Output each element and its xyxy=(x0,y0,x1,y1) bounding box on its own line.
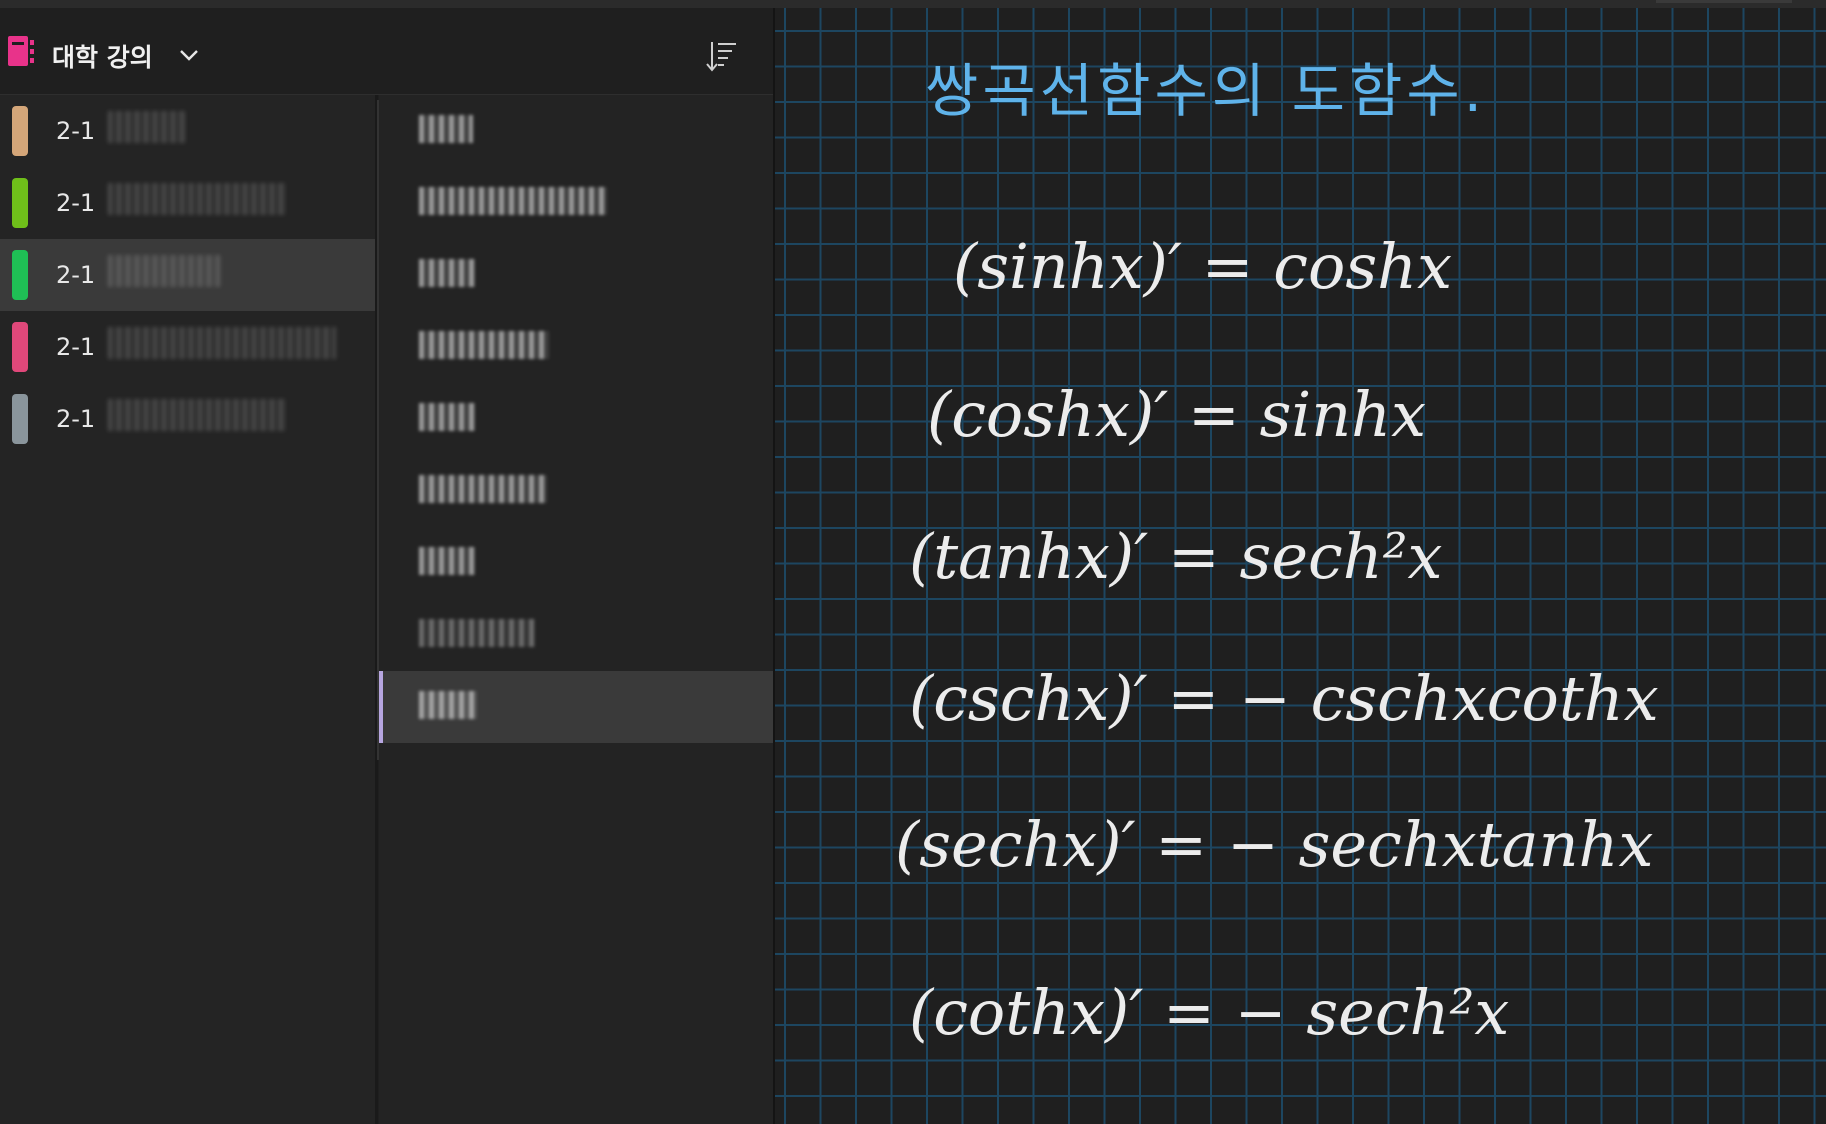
page-title-redacted xyxy=(419,403,475,431)
section-label: 2-1 xyxy=(56,189,96,217)
section-label: 2-1 xyxy=(56,261,96,289)
handwritten-title: 쌍곡선함수의 도함수. xyxy=(925,57,1487,125)
section-item-selected[interactable]: 2-1 xyxy=(0,239,375,311)
notebook-header[interactable]: 대학 강의 xyxy=(0,8,774,95)
section-item[interactable]: 2-1 xyxy=(0,383,375,455)
page-title-redacted xyxy=(419,619,535,647)
page-item[interactable] xyxy=(379,167,773,239)
page-title-redacted xyxy=(419,331,549,359)
page-title-redacted xyxy=(419,187,607,215)
notebook-icon xyxy=(8,36,34,66)
page-title-redacted xyxy=(419,115,473,143)
section-color-tab xyxy=(12,106,28,156)
chevron-down-icon[interactable] xyxy=(178,48,200,62)
section-label: 2-1 xyxy=(56,117,96,145)
page-list xyxy=(379,95,773,1124)
notebook-title[interactable]: 대학 강의 xyxy=(52,38,153,74)
section-item[interactable]: 2-1 xyxy=(0,167,375,239)
sort-pages-icon[interactable] xyxy=(704,36,740,76)
page-item[interactable] xyxy=(379,95,773,167)
page-item[interactable] xyxy=(379,383,773,455)
section-item[interactable]: 2-1 xyxy=(0,311,375,383)
section-list: 2-1 2-1 2-1 2-1 2-1 xyxy=(0,95,375,1124)
page-item[interactable] xyxy=(379,527,773,599)
section-item[interactable]: 2-1 xyxy=(0,95,375,167)
handwritten-equation: (sechx)′ = − sechxtanhx xyxy=(895,808,1654,881)
page-title-redacted xyxy=(419,691,477,719)
note-canvas[interactable]: 쌍곡선함수의 도함수. (sinhx)′ = coshx (coshx)′ = … xyxy=(775,8,1826,1124)
section-color-tab xyxy=(12,322,28,372)
top-tab-indicator xyxy=(1656,0,1792,3)
section-name-redacted xyxy=(108,255,220,287)
handwritten-equation: (cothx)′ = − sech²x xyxy=(909,976,1510,1049)
page-item[interactable] xyxy=(379,455,773,527)
handwritten-equation: (sinhx)′ = coshx xyxy=(953,230,1453,303)
section-color-tab xyxy=(12,250,28,300)
page-item[interactable] xyxy=(379,599,773,671)
page-title-redacted xyxy=(419,475,547,503)
handwritten-equation: (cschx)′ = − cschxcothx xyxy=(909,662,1659,735)
section-color-tab xyxy=(12,394,28,444)
section-name-redacted xyxy=(108,111,186,143)
section-color-tab xyxy=(12,178,28,228)
section-name-redacted xyxy=(108,327,336,359)
handwritten-equation: (tanhx)′ = sech²x xyxy=(909,520,1443,593)
section-name-redacted xyxy=(108,183,286,215)
page-title-redacted xyxy=(419,547,475,575)
page-item[interactable] xyxy=(379,239,773,311)
page-item[interactable] xyxy=(379,311,773,383)
handwritten-equation: (coshx)′ = sinhx xyxy=(927,378,1427,451)
page-item-selected[interactable] xyxy=(379,671,773,743)
section-name-redacted xyxy=(108,399,286,431)
section-label: 2-1 xyxy=(56,333,96,361)
section-label: 2-1 xyxy=(56,405,96,433)
page-title-redacted xyxy=(419,259,475,287)
